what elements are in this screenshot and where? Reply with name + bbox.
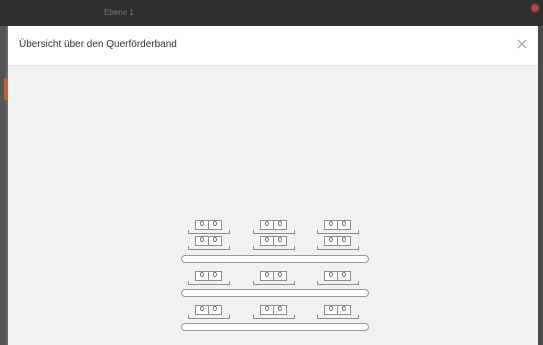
counter-value-b: 0 <box>208 305 222 315</box>
counter-row3-col1: 0 0 <box>188 271 230 285</box>
counter-value-a: 0 <box>260 271 274 281</box>
counter-value-a: 0 <box>260 220 274 230</box>
counter-value-a: 0 <box>324 271 338 281</box>
counter-value-b: 0 <box>337 271 351 281</box>
counter-value-a: 0 <box>195 271 209 281</box>
counter-value-a: 0 <box>260 236 274 246</box>
counter-value-a: 0 <box>195 220 209 230</box>
counter-value-b: 0 <box>337 305 351 315</box>
counter-value-b: 0 <box>273 236 287 246</box>
counter-row1-col3: 0 0 <box>317 220 359 234</box>
counter-row2-col3: 0 0 <box>317 236 359 250</box>
counter-value-b: 0 <box>208 236 222 246</box>
close-icon <box>517 39 527 49</box>
conveyor-belt-1 <box>181 255 369 263</box>
counter-value-b: 0 <box>273 220 287 230</box>
counter-value-b: 0 <box>273 305 287 315</box>
background-close-dot <box>531 4 539 12</box>
counter-row1-col2: 0 0 <box>253 220 295 234</box>
counter-value-a: 0 <box>260 305 274 315</box>
close-button[interactable] <box>514 36 530 52</box>
counter-row2-col2: 0 0 <box>253 236 295 250</box>
counter-value-b: 0 <box>273 271 287 281</box>
background-sidebar <box>0 26 6 345</box>
conveyor-belt-3 <box>181 323 369 331</box>
background-right-edge <box>538 26 543 345</box>
counter-row1-col1: 0 0 <box>188 220 230 234</box>
background-titlebar: Ebene 1 <box>0 0 543 26</box>
counter-row3-col3: 0 0 <box>317 271 359 285</box>
counter-row4-col3: 0 0 <box>317 305 359 319</box>
conveyor-belt-2 <box>181 289 369 297</box>
counter-row3-col2: 0 0 <box>253 271 295 285</box>
counter-value-a: 0 <box>324 305 338 315</box>
counter-value-a: 0 <box>195 236 209 246</box>
modal-title: Übersicht über den Querförderband <box>19 39 177 50</box>
counter-value-b: 0 <box>208 271 222 281</box>
overview-modal: Übersicht über den Querförderband 0 0 0 … <box>8 26 538 345</box>
counter-row2-col1: 0 0 <box>188 236 230 250</box>
counter-value-b: 0 <box>337 236 351 246</box>
counter-row4-col2: 0 0 <box>253 305 295 319</box>
counter-value-a: 0 <box>195 305 209 315</box>
counter-value-b: 0 <box>337 220 351 230</box>
background-tab-label: Ebene 1 <box>104 8 134 17</box>
counter-value-a: 0 <box>324 236 338 246</box>
counter-value-b: 0 <box>208 220 222 230</box>
modal-header: Übersicht über den Querförderband <box>8 26 538 66</box>
counter-value-a: 0 <box>324 220 338 230</box>
counter-row4-col1: 0 0 <box>188 305 230 319</box>
